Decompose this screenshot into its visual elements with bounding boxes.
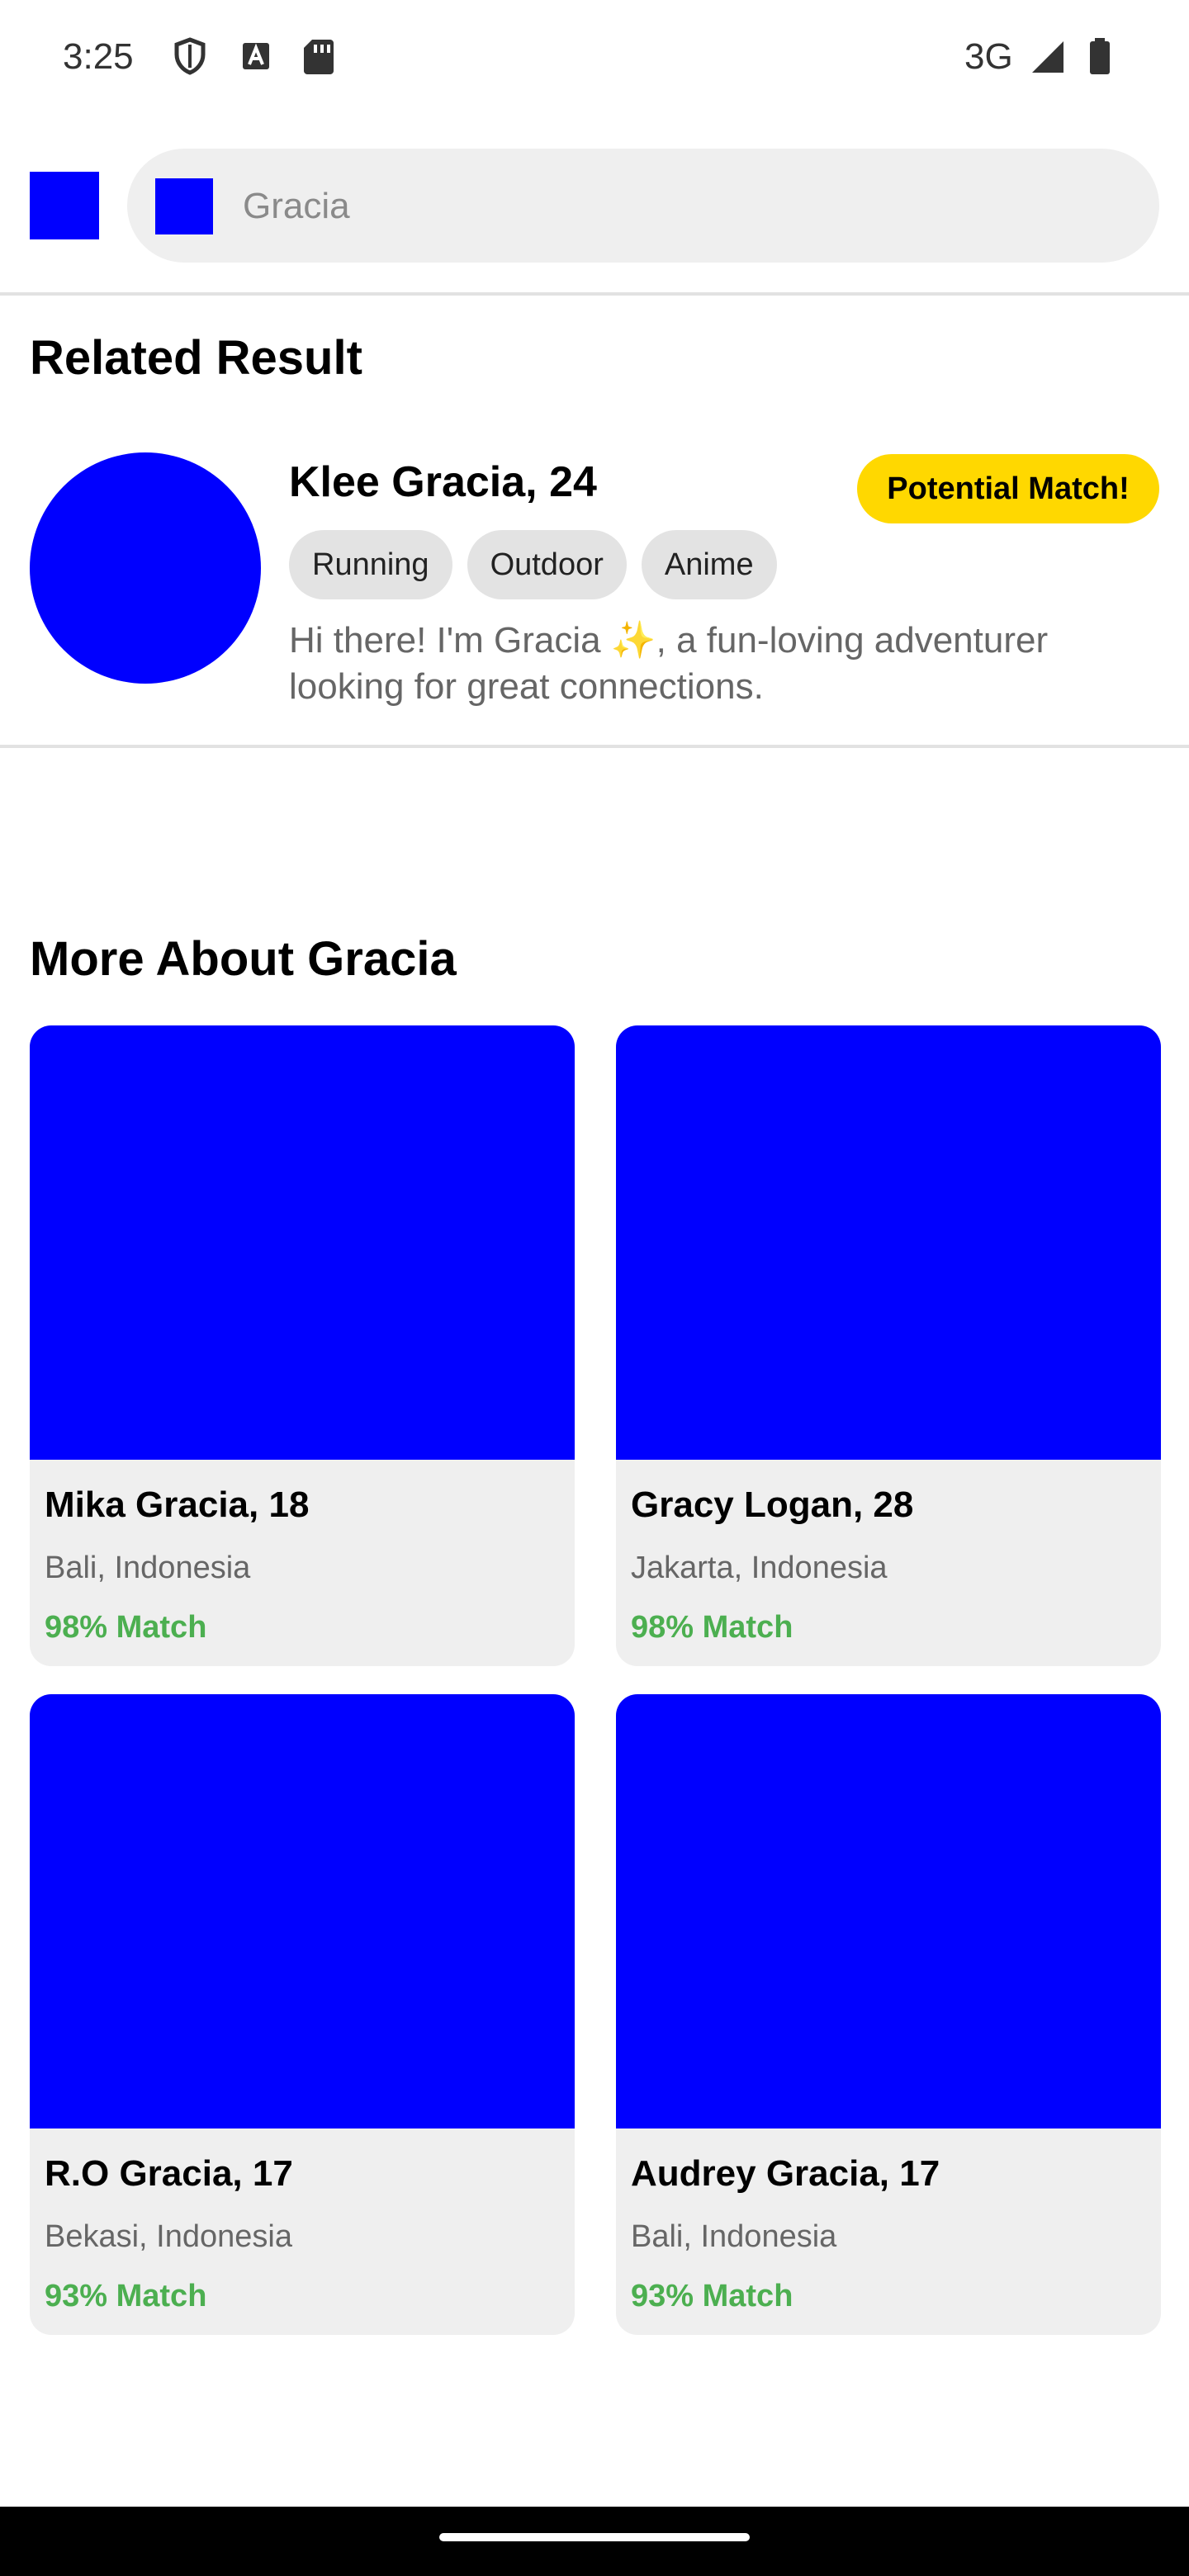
card-match: 93% Match	[631, 2279, 793, 2313]
search-bar[interactable]	[127, 149, 1159, 263]
card-location: Bali, Indonesia	[45, 1551, 251, 1585]
profile-card[interactable]: Mika Gracia, 18 Bali, Indonesia 98% Matc…	[30, 1025, 575, 1666]
profile-photo	[30, 1694, 575, 2129]
related-section-title: Related Result	[30, 331, 362, 385]
card-match: 98% Match	[45, 1610, 207, 1645]
home-gesture-handle[interactable]	[439, 2533, 750, 2541]
related-name: Klee Gracia, 24	[289, 458, 597, 506]
profile-photo	[30, 1025, 575, 1460]
status-bar: 3:25 3G	[0, 0, 1189, 116]
profile-photo	[616, 1025, 1161, 1460]
sd-card-icon	[304, 40, 334, 74]
back-icon[interactable]	[30, 172, 99, 239]
interest-tags: Running Outdoor Anime	[289, 530, 777, 599]
profile-card[interactable]: Audrey Gracia, 17 Bali, Indonesia 93% Ma…	[616, 1694, 1161, 2335]
more-section-title: More About Gracia	[30, 932, 457, 986]
card-name: R.O Gracia, 17	[45, 2153, 293, 2194]
shield-icon	[174, 37, 206, 75]
status-time: 3:25	[63, 36, 134, 77]
profile-card[interactable]: Gracy Logan, 28 Jakarta, Indonesia 98% M…	[616, 1025, 1161, 1666]
tag-running: Running	[289, 530, 452, 599]
avatar[interactable]	[30, 452, 261, 684]
related-divider	[0, 745, 1189, 748]
card-match: 93% Match	[45, 2279, 207, 2313]
tag-outdoor: Outdoor	[467, 530, 627, 599]
search-icon	[155, 178, 213, 234]
header-divider	[0, 292, 1189, 296]
network-type-label: 3G	[964, 36, 1013, 77]
card-match: 98% Match	[631, 1610, 793, 1645]
card-location: Bekasi, Indonesia	[45, 2219, 292, 2254]
card-name: Audrey Gracia, 17	[631, 2153, 940, 2194]
profile-photo	[616, 1694, 1161, 2129]
card-name: Gracy Logan, 28	[631, 1485, 914, 1525]
related-bio: Hi there! I'm Gracia ✨, a fun-loving adv…	[289, 620, 1049, 707]
search-input[interactable]	[243, 173, 1118, 239]
signal-icon	[1032, 41, 1063, 73]
profile-card[interactable]: R.O Gracia, 17 Bekasi, Indonesia 93% Mat…	[30, 1694, 575, 2335]
card-location: Bali, Indonesia	[631, 2219, 837, 2254]
tag-anime: Anime	[641, 530, 777, 599]
battery-icon	[1090, 38, 1110, 74]
card-location: Jakarta, Indonesia	[631, 1551, 888, 1585]
potential-match-badge: Potential Match!	[857, 454, 1159, 523]
system-nav-bar	[0, 2507, 1189, 2576]
card-name: Mika Gracia, 18	[45, 1485, 310, 1525]
text-a-icon	[243, 43, 269, 69]
